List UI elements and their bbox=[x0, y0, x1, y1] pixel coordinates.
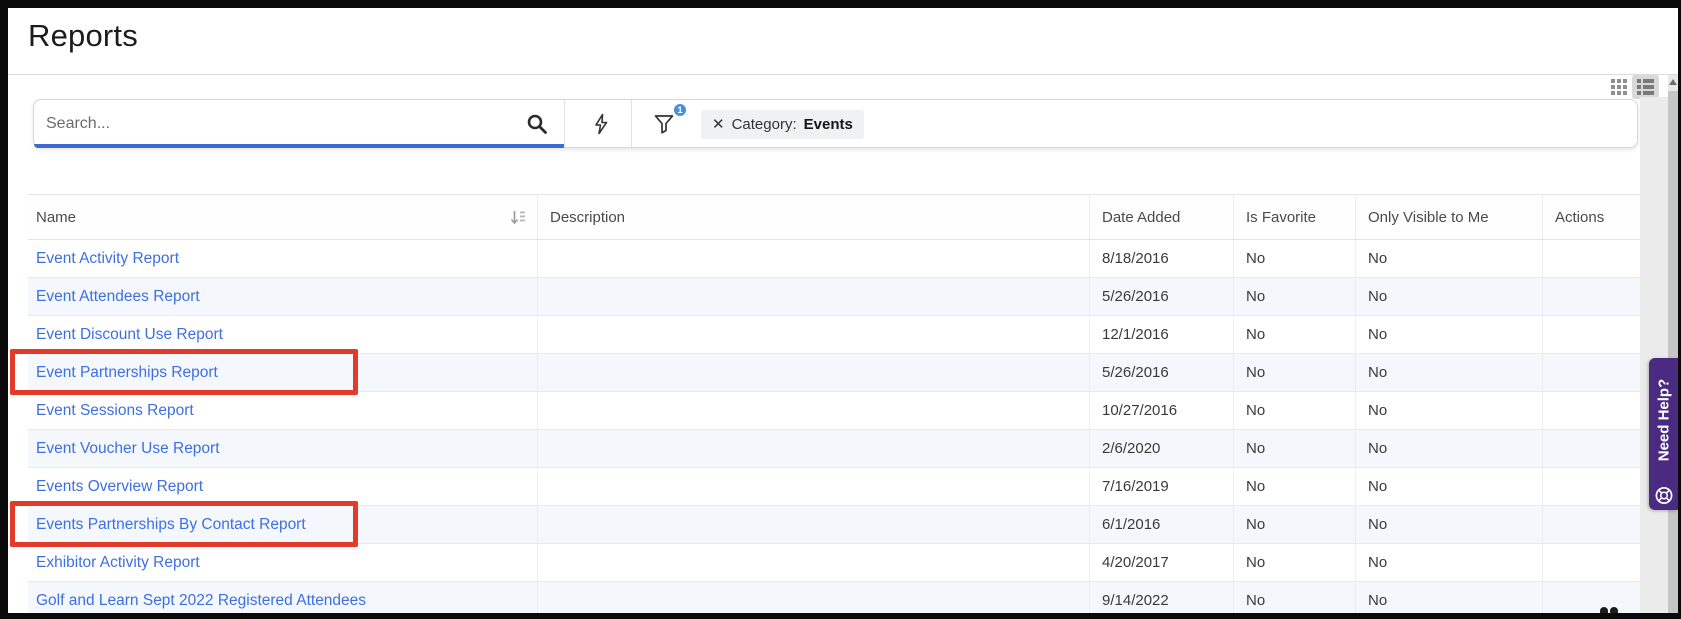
date-added-cell: 10/27/2016 bbox=[1090, 392, 1234, 429]
table-row: Event Discount Use Report 12/1/2016 No N… bbox=[28, 316, 1642, 354]
table-row: Event Attendees Report 5/26/2016 No No bbox=[28, 278, 1642, 316]
date-added-cell: 9/14/2022 bbox=[1090, 582, 1234, 613]
date-added-cell: 5/26/2016 bbox=[1090, 354, 1234, 391]
is-favorite-cell: No bbox=[1234, 506, 1356, 543]
quick-search-lightning-button[interactable] bbox=[590, 113, 612, 135]
report-link[interactable]: Event Attendees Report bbox=[36, 288, 200, 306]
date-added-cell: 6/1/2016 bbox=[1090, 506, 1234, 543]
report-link[interactable]: Event Sessions Report bbox=[36, 402, 194, 420]
date-added-cell: 12/1/2016 bbox=[1090, 316, 1234, 353]
date-added-cell: 4/20/2017 bbox=[1090, 544, 1234, 581]
filter-chip-label: Category: bbox=[731, 116, 797, 133]
column-header-is-favorite[interactable]: Is Favorite bbox=[1234, 195, 1356, 239]
toolbar-divider bbox=[631, 100, 632, 147]
only-visible-cell: No bbox=[1356, 468, 1543, 505]
table-row: Event Voucher Use Report 2/6/2020 No No bbox=[28, 430, 1642, 468]
right-gutter bbox=[1640, 97, 1668, 613]
table-row-highlighted: Events Partnerships By Contact Report 6/… bbox=[28, 506, 1642, 544]
actions-cell bbox=[1543, 468, 1642, 505]
sort-icon[interactable] bbox=[510, 209, 527, 226]
only-visible-cell: No bbox=[1356, 430, 1543, 467]
need-help-tab[interactable]: Need Help? bbox=[1649, 358, 1678, 510]
is-favorite-cell: No bbox=[1234, 468, 1356, 505]
column-header-only-visible-to-me[interactable]: Only Visible to Me bbox=[1356, 195, 1543, 239]
only-visible-cell: No bbox=[1356, 316, 1543, 353]
report-link[interactable]: Events Overview Report bbox=[36, 478, 203, 496]
life-ring-icon bbox=[1655, 487, 1672, 504]
actions-cell bbox=[1543, 354, 1642, 391]
list-view-button[interactable] bbox=[1632, 75, 1659, 99]
need-help-label: Need Help? bbox=[1655, 378, 1672, 462]
is-favorite-cell: No bbox=[1234, 240, 1356, 277]
vertical-scrollbar[interactable] bbox=[1668, 75, 1678, 613]
report-link[interactable]: Exhibitor Activity Report bbox=[36, 554, 200, 572]
is-favorite-cell: No bbox=[1234, 430, 1356, 467]
is-favorite-cell: No bbox=[1234, 316, 1356, 353]
column-header-description[interactable]: Description bbox=[538, 195, 1090, 239]
title-separator bbox=[8, 74, 1678, 75]
report-link[interactable]: Event Discount Use Report bbox=[36, 326, 223, 344]
actions-cell bbox=[1543, 544, 1642, 581]
search-input[interactable] bbox=[46, 108, 506, 140]
reports-screen: Reports Search... 1 ✕ Category: Events N… bbox=[0, 0, 1681, 619]
report-link[interactable]: Events Partnerships By Contact Report bbox=[36, 516, 306, 534]
table-row: Exhibitor Activity Report 4/20/2017 No N… bbox=[28, 544, 1642, 582]
report-link[interactable]: Event Voucher Use Report bbox=[36, 440, 220, 458]
only-visible-cell: No bbox=[1356, 278, 1543, 315]
actions-cell bbox=[1543, 582, 1642, 613]
is-favorite-cell: No bbox=[1234, 582, 1356, 613]
actions-cell bbox=[1543, 240, 1642, 277]
column-header-date-added[interactable]: Date Added bbox=[1090, 195, 1234, 239]
date-added-cell: 7/16/2019 bbox=[1090, 468, 1234, 505]
search-icon bbox=[527, 114, 547, 134]
clipped-actions-icon bbox=[1600, 607, 1608, 613]
table-row: Event Activity Report 8/18/2016 No No bbox=[28, 240, 1642, 278]
actions-cell bbox=[1543, 430, 1642, 467]
scrollbar-thumb[interactable] bbox=[1668, 91, 1678, 613]
is-favorite-cell: No bbox=[1234, 354, 1356, 391]
remove-filter-icon[interactable]: ✕ bbox=[712, 117, 725, 132]
date-added-cell: 5/26/2016 bbox=[1090, 278, 1234, 315]
table-row: Golf and Learn Sept 2022 Registered Atte… bbox=[28, 582, 1642, 613]
report-link[interactable]: Golf and Learn Sept 2022 Registered Atte… bbox=[36, 592, 366, 610]
clipped-actions-icon bbox=[1610, 607, 1618, 613]
report-link[interactable]: Event Activity Report bbox=[36, 250, 179, 268]
filter-count-badge: 1 bbox=[672, 102, 688, 118]
page-title: Reports bbox=[28, 18, 138, 53]
scroll-up-arrow-icon[interactable] bbox=[1669, 79, 1677, 85]
only-visible-cell: No bbox=[1356, 392, 1543, 429]
table-header-row: Name Description Date Added Is Favorite … bbox=[28, 194, 1642, 240]
only-visible-cell: No bbox=[1356, 544, 1543, 581]
date-added-cell: 8/18/2016 bbox=[1090, 240, 1234, 277]
column-header-name[interactable]: Name bbox=[28, 195, 538, 239]
actions-cell bbox=[1543, 392, 1642, 429]
report-link[interactable]: Event Partnerships Report bbox=[36, 364, 218, 382]
filter-chip-value: Events bbox=[803, 116, 853, 133]
only-visible-cell: No bbox=[1356, 506, 1543, 543]
filter-funnel-button[interactable] bbox=[653, 113, 675, 135]
is-favorite-cell: No bbox=[1234, 278, 1356, 315]
actions-cell bbox=[1543, 316, 1642, 353]
filter-chip-category-events[interactable]: ✕ Category: Events bbox=[701, 110, 864, 139]
actions-cell bbox=[1543, 278, 1642, 315]
reports-table: Name Description Date Added Is Favorite … bbox=[28, 194, 1642, 613]
is-favorite-cell: No bbox=[1234, 544, 1356, 581]
only-visible-cell: No bbox=[1356, 240, 1543, 277]
only-visible-cell: No bbox=[1356, 354, 1543, 391]
date-added-cell: 2/6/2020 bbox=[1090, 430, 1234, 467]
column-header-actions[interactable]: Actions bbox=[1543, 195, 1642, 239]
only-visible-cell: No bbox=[1356, 582, 1543, 613]
is-favorite-cell: No bbox=[1234, 392, 1356, 429]
table-row-highlighted: Event Partnerships Report 5/26/2016 No N… bbox=[28, 354, 1642, 392]
toolbar-divider bbox=[564, 100, 565, 147]
table-row: Events Overview Report 7/16/2019 No No bbox=[28, 468, 1642, 506]
reports-page: Reports Search... 1 ✕ Category: Events N… bbox=[8, 8, 1678, 613]
table-row: Event Sessions Report 10/27/2016 No No bbox=[28, 392, 1642, 430]
search-focus-underline bbox=[34, 144, 564, 148]
grid-view-button[interactable] bbox=[1611, 79, 1628, 96]
search-filter-toolbar: 1 ✕ Category: Events bbox=[33, 99, 1638, 148]
actions-cell bbox=[1543, 506, 1642, 543]
